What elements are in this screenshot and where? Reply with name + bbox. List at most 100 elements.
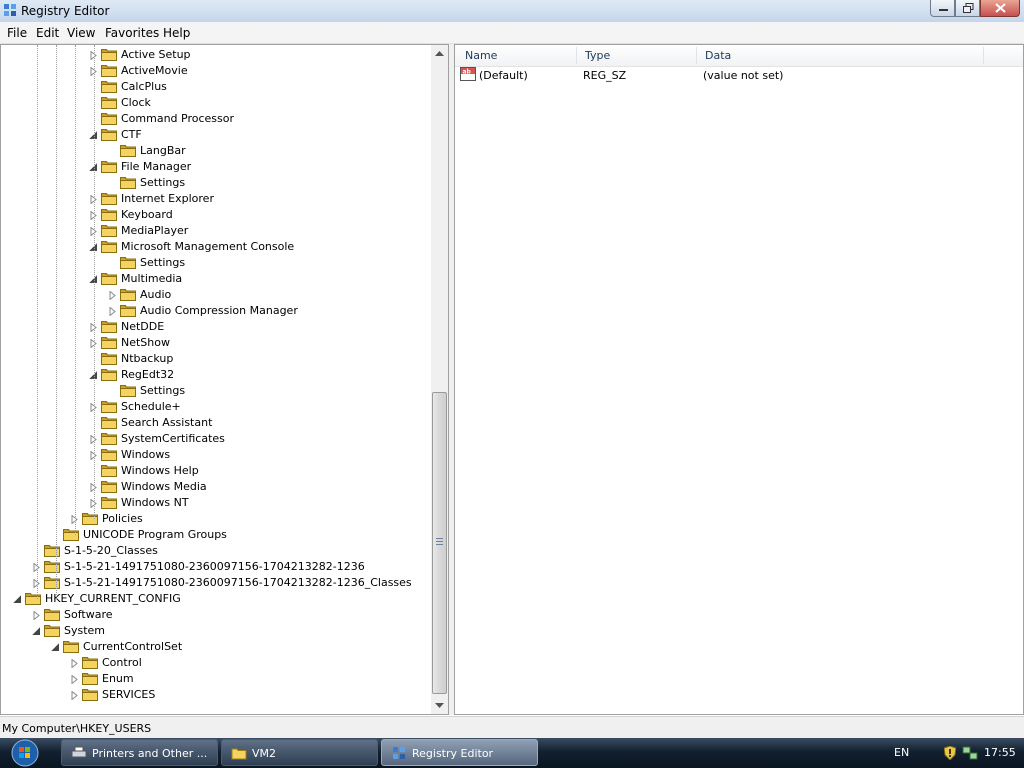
tree-node[interactable]: Ntbackup [1,351,431,367]
expand-arrow-icon[interactable] [70,675,79,684]
tree-node[interactable]: Clock [1,95,431,111]
tree-node[interactable]: Windows Help [1,463,431,479]
tree-node[interactable]: Audio [1,287,431,303]
collapse-arrow-icon[interactable] [32,627,41,636]
list-row[interactable]: ab (Default) REG_SZ (value not set) [455,66,1023,84]
tree-node[interactable]: Active Setup [1,47,431,63]
tree-node[interactable]: MediaPlayer [1,223,431,239]
values-list[interactable]: Name Type Data ab (Default) REG_SZ (valu… [454,44,1024,715]
expand-arrow-icon[interactable] [70,659,79,668]
tree-node[interactable]: Settings [1,255,431,271]
title-bar[interactable]: Registry Editor [0,0,1024,22]
tree-node[interactable]: Settings [1,383,431,399]
folder-icon [101,65,117,77]
tree-node[interactable]: HKEY_CURRENT_CONFIG [1,591,431,607]
folder-icon [101,225,117,237]
tree-node[interactable]: Search Assistant [1,415,431,431]
tree-node[interactable]: Keyboard [1,207,431,223]
tree-node[interactable]: CurrentControlSet [1,639,431,655]
column-name-header[interactable]: Name [465,49,497,62]
tree-node-label: Command Processor [121,112,235,125]
scroll-down-button[interactable] [431,697,448,714]
tree-node-label: LangBar [140,144,186,157]
scroll-up-button[interactable] [431,45,448,62]
tree-node-label: CalcPlus [121,80,167,93]
tree-node[interactable]: Command Processor [1,111,431,127]
expand-arrow-icon[interactable] [108,291,117,300]
minimize-button[interactable] [930,0,955,17]
column-data-header[interactable]: Data [705,49,731,62]
tree-node[interactable]: Windows Media [1,479,431,495]
tree-node-label: Audio [140,288,172,301]
tree-node[interactable]: NetDDE [1,319,431,335]
tree-node[interactable]: Policies [1,511,431,527]
column-type-header[interactable]: Type [585,49,610,62]
tree-node[interactable]: Windows NT [1,495,431,511]
expand-arrow-icon[interactable] [32,611,41,620]
tree-node[interactable]: File Manager [1,159,431,175]
tree-node-label: SystemCertificates [121,432,225,445]
tree-node[interactable]: System [1,623,431,639]
start-button[interactable] [6,739,44,767]
language-indicator[interactable]: EN [894,746,909,759]
taskbar-button-printers[interactable]: Printers and Other ... [61,739,218,766]
menu-view[interactable]: View [67,26,95,40]
tree-node[interactable]: RegEdt32 [1,367,431,383]
tree-node[interactable]: ActiveMovie [1,63,431,79]
tree-node[interactable]: NetShow [1,335,431,351]
tree-node[interactable]: Control [1,655,431,671]
clock[interactable]: 17:55 [984,746,1016,759]
tree-node-label: S-1-5-21-1491751080-2360097156-170421328… [64,560,365,573]
menu-favorites[interactable]: Favorites [105,26,159,40]
tree-node[interactable]: Enum [1,671,431,687]
tree-node[interactable]: CalcPlus [1,79,431,95]
scroll-thumb[interactable] [432,392,447,694]
network-icon[interactable] [962,746,978,760]
expand-arrow-icon[interactable] [108,307,117,316]
expand-arrow-icon[interactable] [70,691,79,700]
collapse-arrow-icon[interactable] [13,595,22,604]
tree-node-label: Keyboard [121,208,173,221]
menu-edit[interactable]: Edit [36,26,59,40]
folder-icon [82,513,98,525]
column-divider[interactable] [576,47,577,64]
tree-node[interactable]: SystemCertificates [1,431,431,447]
column-divider[interactable] [983,47,984,64]
tree-node[interactable]: SERVICES [1,687,431,703]
tree-node[interactable]: S-1-5-20_Classes [1,543,431,559]
tree-guide-line [37,45,38,599]
collapse-arrow-icon[interactable] [51,643,60,652]
tree-node[interactable]: UNICODE Program Groups [1,527,431,543]
close-button[interactable] [980,0,1020,17]
taskbar-button-vm2[interactable]: VM2 [221,739,378,766]
restore-button[interactable] [955,0,980,17]
tree-node-label: Policies [102,512,143,525]
folder-icon [101,337,117,349]
printer-icon [71,746,87,758]
tree-node[interactable]: Schedule+ [1,399,431,415]
tree-node[interactable]: Microsoft Management Console [1,239,431,255]
security-shield-icon[interactable] [944,746,956,760]
tree-node-label: NetShow [121,336,170,349]
folder-icon [44,561,60,573]
tree-node[interactable]: Multimedia [1,271,431,287]
tree-node-label: Internet Explorer [121,192,214,205]
tree-scrollbar[interactable] [431,45,448,714]
tree-node[interactable]: S-1-5-21-1491751080-2360097156-170421328… [1,559,431,575]
registry-tree[interactable]: Active Setup ActiveMovie CalcPlus Clock Comm… [0,44,449,715]
tree-node-label: NetDDE [121,320,165,333]
tree-node[interactable]: Internet Explorer [1,191,431,207]
column-divider[interactable] [696,47,697,64]
tree-node[interactable]: Windows [1,447,431,463]
tree-node[interactable]: Audio Compression Manager [1,303,431,319]
tree-node[interactable]: CTF [1,127,431,143]
tree-node[interactable]: Software [1,607,431,623]
tree-node[interactable]: S-1-5-21-1491751080-2360097156-170421328… [1,575,431,591]
tree-node-label: Windows [121,448,171,461]
tree-node-label: Multimedia [121,272,183,285]
menu-file[interactable]: File [7,26,27,40]
tree-node[interactable]: Settings [1,175,431,191]
taskbar-button-registry-editor[interactable]: Registry Editor [381,739,538,766]
menu-help[interactable]: Help [163,26,190,40]
tree-node[interactable]: LangBar [1,143,431,159]
